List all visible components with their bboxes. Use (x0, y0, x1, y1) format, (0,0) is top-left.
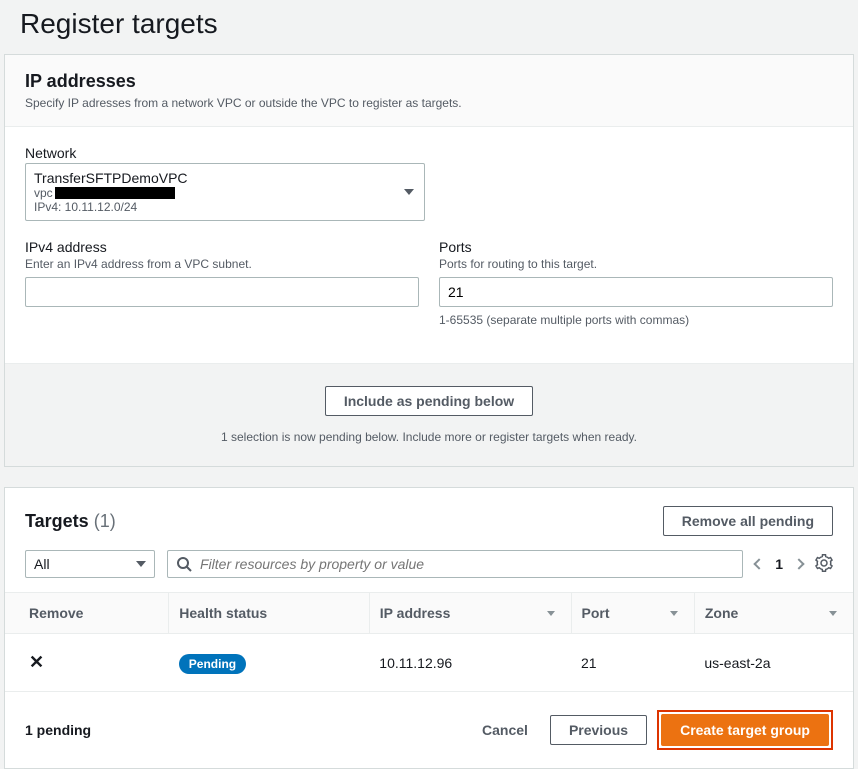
sort-icon (829, 611, 837, 616)
prev-page-icon[interactable] (754, 558, 765, 569)
network-dropdown[interactable]: TransferSFTPDemoVPC vpc IPv4: 10.11.12.0… (25, 163, 425, 221)
sort-icon (670, 611, 678, 616)
network-name: TransferSFTPDemoVPC (34, 170, 394, 186)
col-health: Health status (169, 593, 370, 634)
ip-panel-desc: Specify IP adresses from a network VPC o… (25, 96, 833, 110)
filter-dropdown[interactable]: All (25, 550, 155, 578)
page-title: Register targets (0, 0, 858, 54)
targets-table: Remove Health status IP address Port Zon… (5, 592, 853, 692)
ipv4-input[interactable] (25, 277, 419, 307)
table-row: ✕ Pending 10.11.12.96 21 us-east-2a (5, 634, 853, 692)
ports-input[interactable] (439, 277, 833, 307)
page-number: 1 (775, 556, 783, 572)
ipv4-hint: Enter an IPv4 address from a VPC subnet. (25, 257, 419, 271)
search-input-wrap[interactable] (167, 550, 743, 578)
next-page-icon[interactable] (793, 558, 804, 569)
gear-icon[interactable] (815, 554, 833, 575)
pagination: 1 (755, 556, 803, 572)
col-remove: Remove (5, 593, 169, 634)
col-zone[interactable]: Zone (694, 593, 853, 634)
col-ip[interactable]: IP address (369, 593, 571, 634)
status-badge: Pending (179, 654, 246, 674)
ports-label: Ports (439, 239, 833, 255)
search-icon (176, 556, 192, 572)
targets-count: (1) (94, 511, 116, 531)
cancel-button[interactable]: Cancel (470, 716, 540, 744)
remove-all-pending-button[interactable]: Remove all pending (663, 506, 833, 536)
previous-button[interactable]: Previous (550, 715, 647, 745)
chevron-down-icon (404, 189, 414, 195)
row-port: 21 (571, 634, 694, 692)
include-hint: 1 selection is now pending below. Includ… (5, 430, 853, 444)
ip-panel-title: IP addresses (25, 71, 833, 92)
sort-icon (547, 611, 555, 616)
network-label: Network (25, 145, 833, 161)
include-pending-button[interactable]: Include as pending below (325, 386, 533, 416)
row-ip: 10.11.12.96 (369, 634, 571, 692)
network-cidr: IPv4: 10.11.12.0/24 (34, 200, 394, 214)
primary-highlight: Create target group (657, 710, 833, 750)
remove-row-icon[interactable]: ✕ (29, 652, 44, 672)
ipv4-label: IPv4 address (25, 239, 419, 255)
ports-range-hint: 1-65535 (separate multiple ports with co… (439, 313, 833, 327)
targets-panel: Targets (1) Remove all pending All 1 Rem… (4, 487, 854, 769)
chevron-down-icon (136, 561, 146, 567)
create-target-group-button[interactable]: Create target group (661, 714, 829, 746)
ip-addresses-panel: IP addresses Specify IP adresses from a … (4, 54, 854, 467)
network-vpc-id: vpc (34, 186, 394, 200)
targets-title: Targets (1) (25, 511, 116, 532)
row-zone: us-east-2a (694, 634, 853, 692)
pending-count: 1 pending (25, 722, 91, 738)
redacted-vpc-id (55, 187, 175, 199)
ports-hint: Ports for routing to this target. (439, 257, 833, 271)
col-port[interactable]: Port (571, 593, 694, 634)
search-input[interactable] (200, 556, 734, 572)
